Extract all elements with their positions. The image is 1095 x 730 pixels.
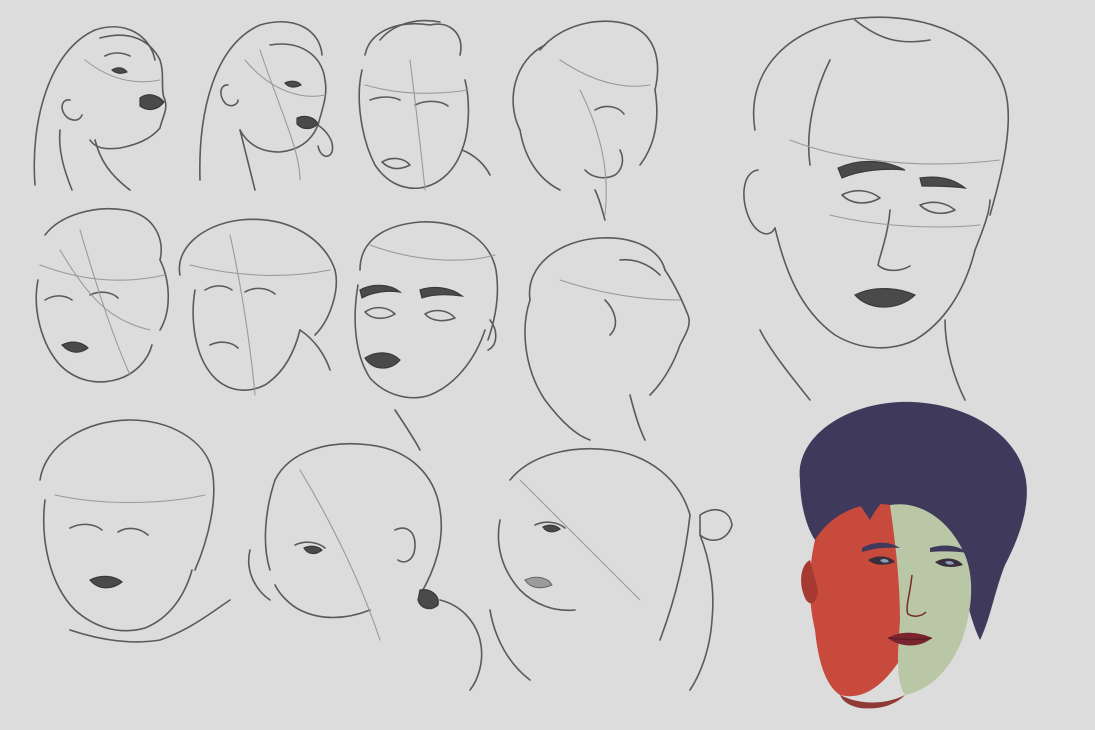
sketch-head-9	[39, 419, 231, 643]
sketch-head-8	[524, 237, 690, 441]
sketch-head-11	[489, 447, 733, 691]
sketch-head-3	[358, 19, 491, 191]
sketch-head-5	[35, 207, 170, 383]
sketch-head-2	[199, 21, 334, 191]
painted-face-warm	[809, 504, 902, 697]
sketch-head-10	[248, 442, 483, 691]
sketch-head-large	[743, 16, 1010, 401]
sketch-head-7	[354, 221, 499, 451]
painted-head	[799, 401, 1027, 709]
sketch-head-6	[178, 218, 338, 396]
sketch-head-4	[512, 20, 659, 221]
sketch-head-1	[33, 26, 167, 191]
sketch-sheet	[0, 0, 1095, 730]
head-studies-canvas	[33, 16, 1027, 709]
